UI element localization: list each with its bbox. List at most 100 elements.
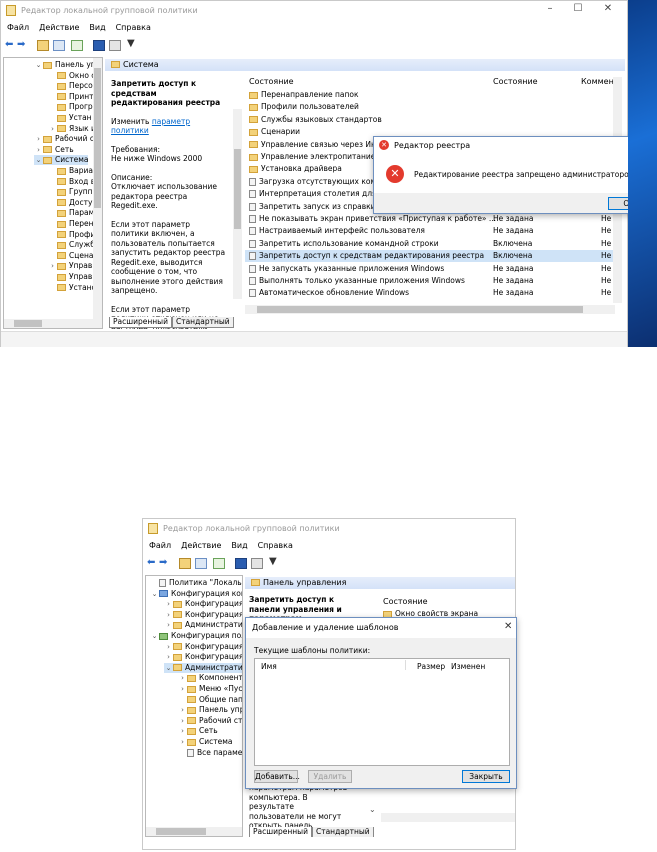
forward-icon[interactable]: ➡ (17, 39, 25, 50)
col-header-changed[interactable]: Изменен (451, 662, 485, 671)
col-header-name[interactable]: Состояние (249, 77, 294, 86)
table-row[interactable]: Профили пользователей (245, 101, 620, 113)
filter-icon[interactable]: ▼ (269, 556, 277, 567)
table-row[interactable]: Не запускать указанные приложения Window… (245, 263, 620, 275)
tree-item[interactable]: › Сеть (34, 145, 74, 155)
close-icon[interactable]: ✕ (599, 3, 617, 14)
show-hide-tree-icon[interactable] (53, 40, 65, 51)
tree-item[interactable]: › Меню «Пуск (178, 684, 242, 694)
col-header-comment[interactable]: Коммен (581, 77, 614, 86)
back-icon[interactable]: ⬅ (5, 39, 13, 50)
tree-item[interactable]: Сцена (48, 251, 93, 261)
tree-item[interactable]: Политика "Локальный (150, 578, 242, 588)
tree-item[interactable]: › Панель упра (178, 705, 242, 715)
chevron-right-icon[interactable]: › (48, 261, 57, 271)
export-icon[interactable] (71, 40, 83, 51)
tree-item[interactable]: › Рабочий с (34, 134, 94, 144)
chevron-down-icon[interactable]: ⌄ (164, 663, 173, 673)
tab-standard[interactable]: Стандартный (171, 317, 234, 328)
tree-item[interactable]: › Сеть (178, 726, 218, 736)
menu-help[interactable]: Справка (116, 23, 151, 32)
tree-item[interactable]: › Рабочий сто. (178, 716, 242, 726)
dialog-titlebar[interactable]: ✕ Редактор реестра ✕ (374, 137, 656, 155)
tree-item[interactable]: ⌄ Конфигурация поль (150, 631, 242, 641)
tree-item[interactable]: Профи (48, 230, 95, 240)
tree-item[interactable]: Управ. (48, 272, 95, 282)
tree-item[interactable]: › Административ (164, 620, 242, 630)
tree-item[interactable]: Устан (48, 113, 92, 123)
tree-pane[interactable]: ⌄ Панель уп Окно с Персо Принт Прогр Устан › Язы… (3, 57, 103, 329)
col-header-state-bottom[interactable]: Состояние (383, 597, 428, 606)
chevron-right-icon[interactable]: › (178, 737, 187, 747)
tree-item[interactable]: Досту (48, 198, 92, 208)
tree-item[interactable]: Парам (48, 208, 94, 218)
show-hide-tree-icon[interactable] (195, 558, 207, 569)
tree-item[interactable]: Перен (48, 219, 94, 229)
export-icon[interactable] (213, 558, 225, 569)
tree-item[interactable]: ⌄ Панель уп (34, 60, 96, 70)
table-row[interactable]: Не показывать экран приветствия «Приступ… (245, 213, 620, 225)
chevron-right-icon[interactable]: › (164, 620, 173, 630)
chevron-right-icon[interactable]: › (178, 673, 187, 683)
chevron-right-icon[interactable]: › (34, 145, 43, 155)
tree-item[interactable]: › Компоненты (178, 673, 242, 683)
list-hscrollbar[interactable] (245, 305, 615, 314)
tree-item[interactable]: Принт (48, 92, 94, 102)
chevron-right-icon[interactable]: › (34, 134, 43, 144)
chevron-right-icon[interactable]: › (164, 599, 173, 609)
tree-item[interactable]: ⌄ Административн (164, 662, 242, 673)
menu-action[interactable]: Действие (39, 23, 79, 32)
table-row[interactable]: Выполнять только указанные приложения Wi… (245, 275, 620, 287)
forward-icon[interactable]: ➡ (159, 557, 167, 568)
close-button[interactable]: Закрыть (462, 770, 510, 783)
list-hscrollbar-bottom[interactable] (381, 813, 515, 822)
tree-item[interactable]: ⌄ Система (34, 155, 89, 166)
help-icon[interactable] (93, 40, 105, 51)
tree-item[interactable]: Устанс (48, 283, 96, 293)
tree-item[interactable]: Общие папк (178, 695, 242, 705)
menu-file[interactable]: Файл (7, 23, 29, 32)
properties-icon[interactable] (251, 558, 263, 569)
tree-item[interactable]: Персо (48, 81, 93, 91)
tree-item[interactable]: Окно с (48, 71, 95, 81)
up-icon[interactable] (37, 40, 49, 51)
tab-extended[interactable]: Расширенный (109, 317, 172, 328)
properties-icon[interactable] (109, 40, 121, 51)
tab-standard[interactable]: Стандартный (311, 827, 374, 837)
table-row[interactable]: Автоматическое обновление Windows Не зада… (245, 287, 620, 299)
chevron-down-icon[interactable]: ⌄ (150, 589, 159, 599)
desc-scrollbar[interactable] (233, 109, 242, 299)
tree-item[interactable]: ⌄ Конфигурация комп (150, 589, 242, 599)
tree-item[interactable]: Служб (48, 240, 95, 250)
chevron-right-icon[interactable]: › (164, 610, 173, 620)
table-row[interactable]: Перенаправление папок (245, 89, 620, 101)
templates-list[interactable]: Имя Размер Изменен (254, 658, 510, 766)
tree-item[interactable]: › Конфигурация V (164, 610, 242, 620)
col-header-name[interactable]: Имя (261, 662, 277, 671)
table-row[interactable]: Запретить доступ к средствам редактирова… (245, 250, 620, 263)
title-bar-bottom[interactable]: Редактор локальной групповой политики (143, 519, 515, 539)
back-icon[interactable]: ⬅ (147, 557, 155, 568)
chevron-right-icon[interactable]: › (164, 652, 173, 662)
filter-icon[interactable]: ▼ (127, 38, 135, 49)
add-button[interactable]: Добавить... (254, 770, 300, 783)
tree-item[interactable]: › Конфигурация п (164, 642, 242, 652)
tree-item[interactable]: Групп (48, 187, 93, 197)
chevron-down-icon[interactable]: ⌄ (34, 60, 43, 70)
tree-item[interactable]: Вход в (48, 177, 95, 187)
chevron-right-icon[interactable]: › (178, 716, 187, 726)
table-row[interactable]: Запретить использование командной строки… (245, 238, 620, 250)
remove-button[interactable]: Удалить (308, 770, 352, 783)
maximize-icon[interactable]: ☐ (569, 3, 587, 14)
help-icon[interactable] (235, 558, 247, 569)
tree-item[interactable]: › Язык и (48, 124, 96, 134)
desc-scroll-down-icon[interactable]: ⌄ (369, 805, 376, 814)
tree-pane-bottom[interactable]: Политика "Локальный⌄Конфигурация комп ›Ко… (145, 575, 243, 837)
chevron-right-icon[interactable]: › (178, 726, 187, 736)
minimize-icon[interactable]: – (541, 3, 559, 14)
menu-action-bottom[interactable]: Действие (181, 541, 221, 550)
menu-view-bottom[interactable]: Вид (231, 541, 247, 550)
menu-help-bottom[interactable]: Справка (258, 541, 293, 550)
tree-hscrollbar-bottom[interactable] (146, 827, 242, 836)
chevron-down-icon[interactable]: ⌄ (34, 155, 43, 165)
